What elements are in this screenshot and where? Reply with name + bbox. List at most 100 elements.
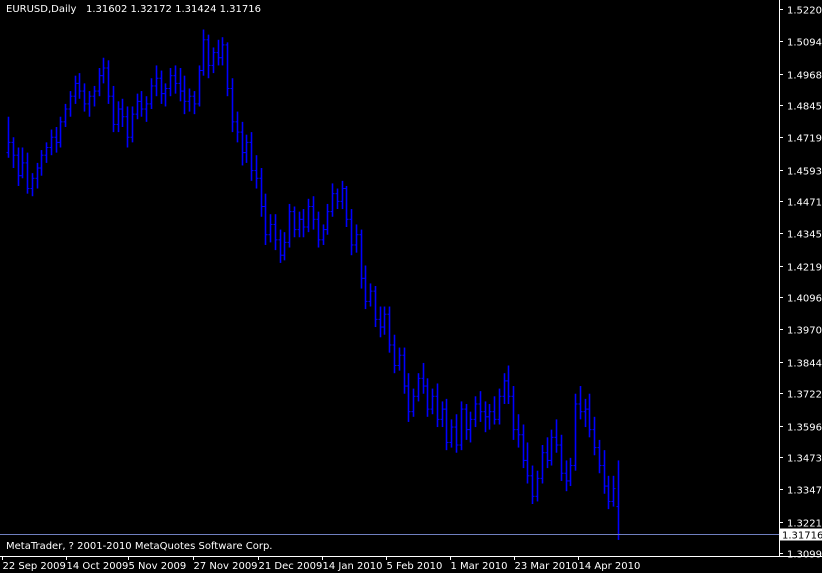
ohlc-bar	[58, 116, 63, 148]
ohlc-bar	[406, 373, 411, 422]
ohlc-bar	[201, 29, 206, 76]
ohlc-bar	[325, 203, 330, 235]
ohlc-bar	[578, 386, 583, 420]
ohlc-bar	[225, 42, 230, 97]
x-tick-label: 27 Nov 2009	[194, 561, 258, 572]
ohlc-bar	[564, 460, 569, 492]
ohlc-bar	[82, 83, 87, 112]
ohlc-bar	[521, 424, 526, 469]
x-tick-label: 14 Jan 2010	[323, 561, 383, 572]
ohlc-bar	[125, 106, 130, 148]
ohlc-bar	[311, 196, 316, 230]
ohlc-bar	[216, 39, 221, 66]
ohlc-bar	[273, 214, 278, 251]
ohlc-bar	[111, 85, 116, 133]
ohlc-bar	[592, 416, 597, 456]
ohlc-bar	[68, 91, 73, 117]
ohlc-bar	[301, 209, 306, 238]
ohlc-bar	[278, 229, 283, 263]
ohlc-bar	[77, 73, 82, 99]
ohlc-bar	[116, 101, 121, 133]
ohlc-bar	[144, 96, 149, 122]
ohlc-bar	[402, 347, 407, 394]
ohlc-bar	[430, 388, 435, 415]
ohlc-bar	[106, 60, 111, 104]
ohlc-bar	[425, 378, 430, 417]
ohlc-bar	[244, 134, 249, 163]
y-tick-label: 1.52200	[787, 6, 822, 17]
y-tick-label: 1.37220	[787, 390, 822, 401]
ohlc-bar	[392, 334, 397, 374]
ohlc-bar	[178, 67, 183, 102]
ohlc-bar	[292, 206, 297, 238]
ohlc-bar	[502, 373, 507, 404]
ohlc-bar	[211, 47, 216, 74]
ohlc-bar	[573, 393, 578, 471]
y-tick-label: 1.33475	[787, 486, 822, 497]
ohlc-bar	[254, 155, 259, 189]
ohlc-bar	[282, 232, 287, 261]
ohlc-bar	[316, 211, 321, 248]
y-tick-label: 1.38445	[787, 359, 822, 370]
ohlc-bar	[416, 373, 421, 402]
y-tick-label: 1.40965	[787, 294, 822, 305]
ohlc-bar	[525, 442, 530, 484]
ohlc-bar	[287, 203, 292, 248]
x-tick-label: 14 Oct 2009	[67, 561, 129, 572]
ohlc-bar	[583, 398, 588, 428]
ohlc-bar	[545, 437, 550, 469]
ohlc-bar	[97, 67, 102, 97]
ohlc-bar	[197, 65, 202, 107]
ohlc-bar	[435, 383, 440, 428]
ohlc-bar	[359, 229, 364, 289]
ohlc-bar	[35, 162, 40, 189]
ohlc-bar	[130, 106, 135, 143]
ohlc-bar	[511, 386, 516, 440]
ohlc-bar	[206, 34, 211, 79]
ohlc-bar	[92, 85, 97, 107]
ohlc-bar	[25, 152, 30, 194]
ohlc-bar	[249, 132, 254, 181]
ohlc-bar	[349, 209, 354, 256]
ohlc-bar	[373, 286, 378, 328]
ohlc-bar	[268, 214, 273, 243]
x-tick-label: 5 Nov 2009	[129, 561, 187, 572]
ohlc-bar	[163, 83, 168, 107]
last-price-label: 1.31716	[782, 531, 822, 542]
ohlc-bar	[44, 142, 49, 163]
price-chart[interactable]: 1.52200 1.50940 1.49680 1.48455 1.47195 1.459…	[0, 0, 822, 573]
ohlc-bar	[468, 411, 473, 443]
ohlc-bar	[478, 391, 483, 422]
ohlc-bar	[382, 306, 387, 335]
ohlc-bar	[554, 419, 559, 453]
ohlc-bar	[120, 98, 125, 127]
ohlc-bar	[340, 180, 345, 210]
ohlc-bar	[11, 137, 16, 169]
ohlc-bar	[597, 439, 602, 474]
ohlc-bar	[464, 403, 469, 440]
ohlc-bar	[154, 65, 159, 97]
y-tick-label: 1.42190	[787, 263, 822, 274]
ohlc-bar	[530, 465, 535, 505]
ohlc-bar	[187, 88, 192, 112]
ohlc-bar	[497, 388, 502, 425]
copyright-text: MetaTrader, ? 2001-2010 MetaQuotes Softw…	[6, 541, 273, 552]
ohlc-bar	[139, 91, 144, 117]
ohlc-bar	[602, 450, 607, 494]
ohlc-bar	[397, 347, 402, 371]
ohlc-bar	[297, 211, 302, 238]
y-tick-label: 1.35960	[787, 423, 822, 434]
y-tick-label: 1.43450	[787, 230, 822, 241]
y-tick-label: 1.48455	[787, 102, 822, 113]
ohlc-bar	[487, 403, 492, 430]
ohlc-bar	[492, 396, 497, 425]
ohlc-bar	[616, 460, 621, 540]
ohlc-bar	[63, 103, 68, 127]
ohlc-bar	[49, 129, 54, 156]
ohlc-bar	[220, 37, 225, 66]
ohlc-bar	[506, 365, 511, 404]
ohlc-bar	[606, 475, 611, 510]
x-tick-label: 22 Sep 2009	[3, 561, 66, 572]
x-tick-label: 1 Mar 2010	[451, 561, 508, 572]
ohlc-bar	[263, 193, 268, 245]
